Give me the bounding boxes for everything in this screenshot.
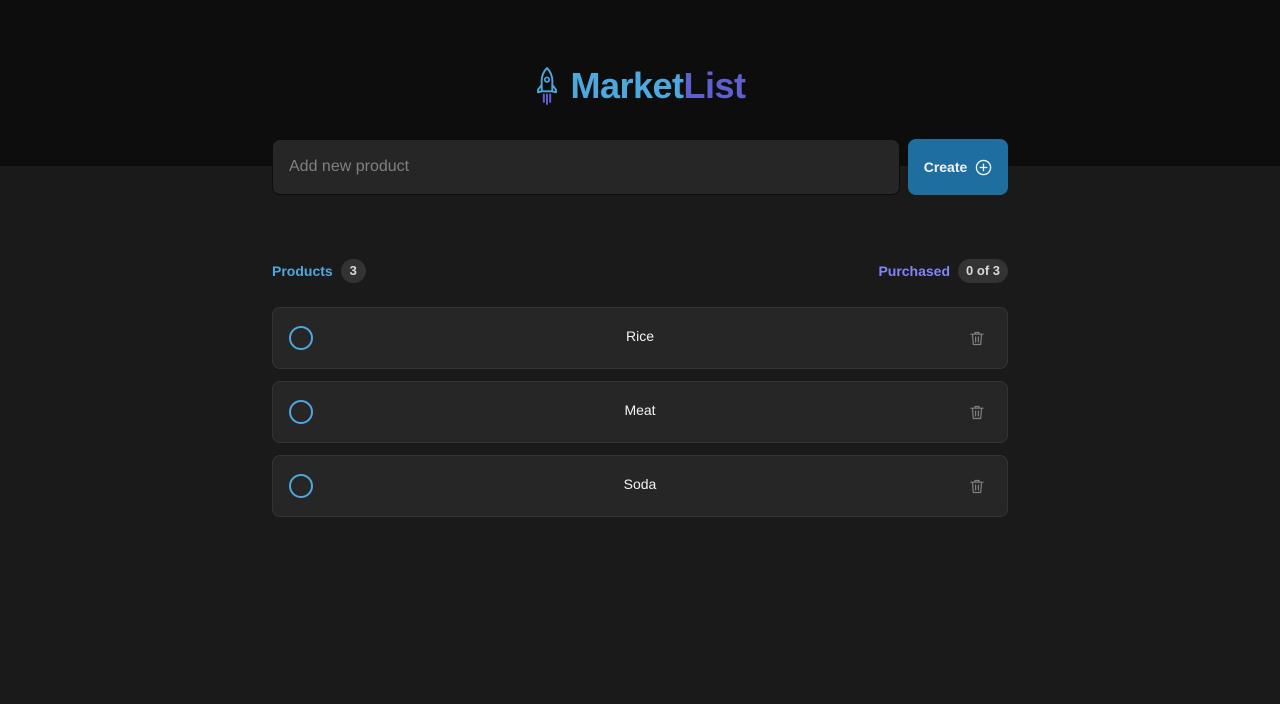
products-count-badge: 3 <box>340 259 366 283</box>
product-name: Rice <box>625 328 654 344</box>
trash-icon <box>970 405 984 419</box>
plus-circle-icon <box>976 159 992 175</box>
product-name: Meat <box>624 402 656 418</box>
purchase-checkbox[interactable] <box>289 326 313 350</box>
product-list: Rice Meat Soda <box>272 307 1008 517</box>
product-name: Soda <box>623 476 657 492</box>
create-button-label: Create <box>923 159 968 175</box>
delete-button[interactable] <box>965 400 989 424</box>
delete-button[interactable] <box>965 474 989 498</box>
product-item: Meat <box>272 381 1008 443</box>
purchase-checkbox[interactable] <box>289 474 313 498</box>
purchased-label: Purchased <box>878 263 951 279</box>
purchased-count-badge: 0 of 3 <box>958 259 1008 283</box>
products-label: Products <box>272 263 333 279</box>
trash-icon <box>970 479 984 493</box>
rocket-icon <box>537 67 558 105</box>
products-summary: Products 3 <box>272 259 366 283</box>
trash-icon <box>970 331 984 345</box>
app-title-part-1: Market <box>570 65 684 106</box>
product-item: Rice <box>272 307 1008 369</box>
app-title: MarketList <box>570 64 747 108</box>
new-product-input[interactable] <box>272 139 900 195</box>
new-product-form: Create <box>272 139 1008 195</box>
delete-button[interactable] <box>965 326 989 350</box>
purchased-summary: Purchased 0 of 3 <box>878 259 1008 283</box>
product-item: Soda <box>272 455 1008 517</box>
app-logo: MarketList <box>0 64 1280 108</box>
list-summary: Products 3 Purchased 0 of 3 <box>272 259 1008 283</box>
app-title-part-2: List <box>683 65 747 106</box>
create-button[interactable]: Create <box>908 139 1008 195</box>
purchase-checkbox[interactable] <box>289 400 313 424</box>
